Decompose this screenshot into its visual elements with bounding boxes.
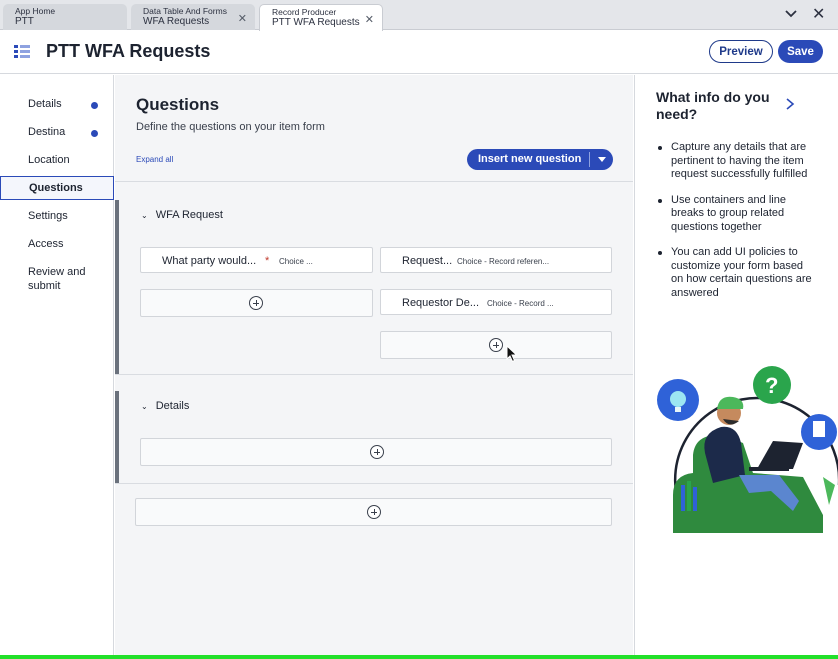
nav-item-label: Destina — [28, 126, 66, 138]
divider — [115, 181, 633, 182]
required-marker: * — [265, 255, 270, 267]
mouse-cursor-icon — [506, 345, 518, 363]
add-section-slot[interactable] — [135, 498, 612, 526]
add-question-icon[interactable] — [370, 445, 384, 459]
nav-item-label: Access — [28, 238, 64, 250]
bottom-status-bar — [0, 655, 838, 659]
tab-close-icon[interactable]: ✕ — [238, 12, 247, 25]
info-panel-title: What info do you need? — [656, 89, 770, 122]
expand-all-link[interactable]: Expand all — [136, 155, 173, 164]
divider — [115, 374, 633, 375]
close-window-icon[interactable]: ✕ — [812, 4, 825, 24]
info-panel: What info do you need? Capture any detai… — [634, 75, 838, 655]
nav-item-access[interactable]: Access — [0, 238, 114, 250]
section-subtitle: Define the questions on your item form — [136, 121, 325, 133]
chevron-right-icon[interactable] — [785, 97, 795, 111]
tip-item: Use containers and line breaks to group … — [656, 194, 816, 235]
insert-button-label: Insert new question — [478, 153, 582, 165]
insert-new-question-button[interactable]: Insert new question — [467, 149, 613, 170]
tip-item: You can add UI policies to customize you… — [656, 246, 816, 300]
questions-panel: Questions Define the questions on your i… — [115, 75, 633, 655]
tab-record-producer-label: Record Producer — [272, 7, 337, 17]
section-name: WFA Request — [155, 209, 223, 221]
nav-item-destination[interactable]: Destina — [0, 126, 114, 138]
empty-question-slot[interactable] — [140, 289, 373, 317]
page-title: PTT WFA Requests — [46, 41, 211, 61]
section-indicator-bar — [115, 200, 119, 374]
page-header: PTT WFA Requests Preview Save — [0, 31, 838, 74]
chevron-down-icon[interactable] — [784, 7, 798, 21]
form-icon — [14, 45, 30, 58]
add-question-icon[interactable] — [489, 338, 503, 352]
divider — [115, 483, 633, 484]
nav-item-label: Review and submit — [28, 266, 86, 292]
caret-down-icon[interactable] — [598, 157, 606, 162]
section-header-wfa-request[interactable]: ⌄ WFA Request — [141, 209, 223, 221]
save-button[interactable]: Save — [778, 40, 823, 63]
tab-app-home[interactable]: App Home PTT — [3, 4, 127, 30]
tab-record-producer[interactable]: Record Producer PTT WFA Requests ✕ — [259, 4, 383, 31]
tips-list: Capture any details that are pertinent t… — [656, 141, 816, 312]
empty-question-slot[interactable] — [140, 438, 612, 466]
section-title: Questions — [136, 95, 220, 114]
tab-record-producer-sublabel: PTT WFA Requests — [272, 17, 360, 28]
nav-item-label: Questions — [29, 182, 83, 194]
question-type: Choice - Record ... — [487, 299, 554, 308]
svg-text:?: ? — [765, 373, 778, 398]
status-dot-icon — [91, 102, 98, 109]
status-dot-icon — [91, 130, 98, 137]
question-label: Request... — [402, 255, 453, 267]
question-field[interactable]: Requestor De... Choice - Record ... — [380, 289, 612, 315]
person-with-laptop-illustration: ? — [657, 366, 838, 533]
nav-item-settings[interactable]: Settings — [0, 210, 114, 222]
tip-item: Capture any details that are pertinent t… — [656, 141, 816, 182]
nav-item-location[interactable]: Location — [0, 154, 114, 166]
nav-item-questions[interactable]: Questions — [0, 176, 114, 200]
tab-data-table-label: Data Table And Forms — [143, 6, 227, 16]
browser-tab-bar: App Home PTT Data Table And Forms WFA Re… — [0, 0, 838, 31]
question-field[interactable]: Request... Choice - Record referen... — [380, 247, 612, 273]
preview-button[interactable]: Preview — [709, 40, 773, 63]
add-section-icon[interactable] — [367, 505, 381, 519]
step-navigation: Details Destina Location Questions Setti… — [0, 75, 114, 655]
question-type: Choice ... — [279, 257, 313, 266]
chevron-down-icon: ⌄ — [141, 211, 148, 220]
question-type: Choice - Record referen... — [457, 257, 550, 266]
nav-item-label: Settings — [28, 210, 68, 222]
button-separator — [589, 152, 590, 167]
nav-item-label: Details — [28, 98, 62, 110]
nav-item-details[interactable]: Details — [0, 98, 114, 110]
chevron-down-icon: ⌄ — [141, 402, 148, 411]
nav-item-label: Location — [28, 154, 70, 166]
section-name: Details — [155, 400, 190, 412]
question-field[interactable]: What party would... * Choice ... — [140, 247, 373, 273]
nav-item-review-and-submit[interactable]: Review and submit — [0, 266, 90, 293]
empty-question-slot[interactable] — [380, 331, 612, 359]
tab-data-table-sublabel: WFA Requests — [143, 16, 210, 27]
add-question-icon[interactable] — [249, 296, 263, 310]
section-header-details[interactable]: ⌄ Details — [141, 400, 189, 412]
tab-app-home-sublabel: PTT — [15, 16, 34, 27]
section-indicator-bar — [115, 391, 119, 483]
tab-close-icon[interactable]: ✕ — [365, 13, 374, 26]
question-label: What party would... — [162, 255, 257, 267]
tab-data-table-and-forms[interactable]: Data Table And Forms WFA Requests ✕ — [131, 4, 255, 30]
question-label: Requestor De... — [402, 297, 480, 309]
tab-app-home-label: App Home — [15, 6, 56, 16]
